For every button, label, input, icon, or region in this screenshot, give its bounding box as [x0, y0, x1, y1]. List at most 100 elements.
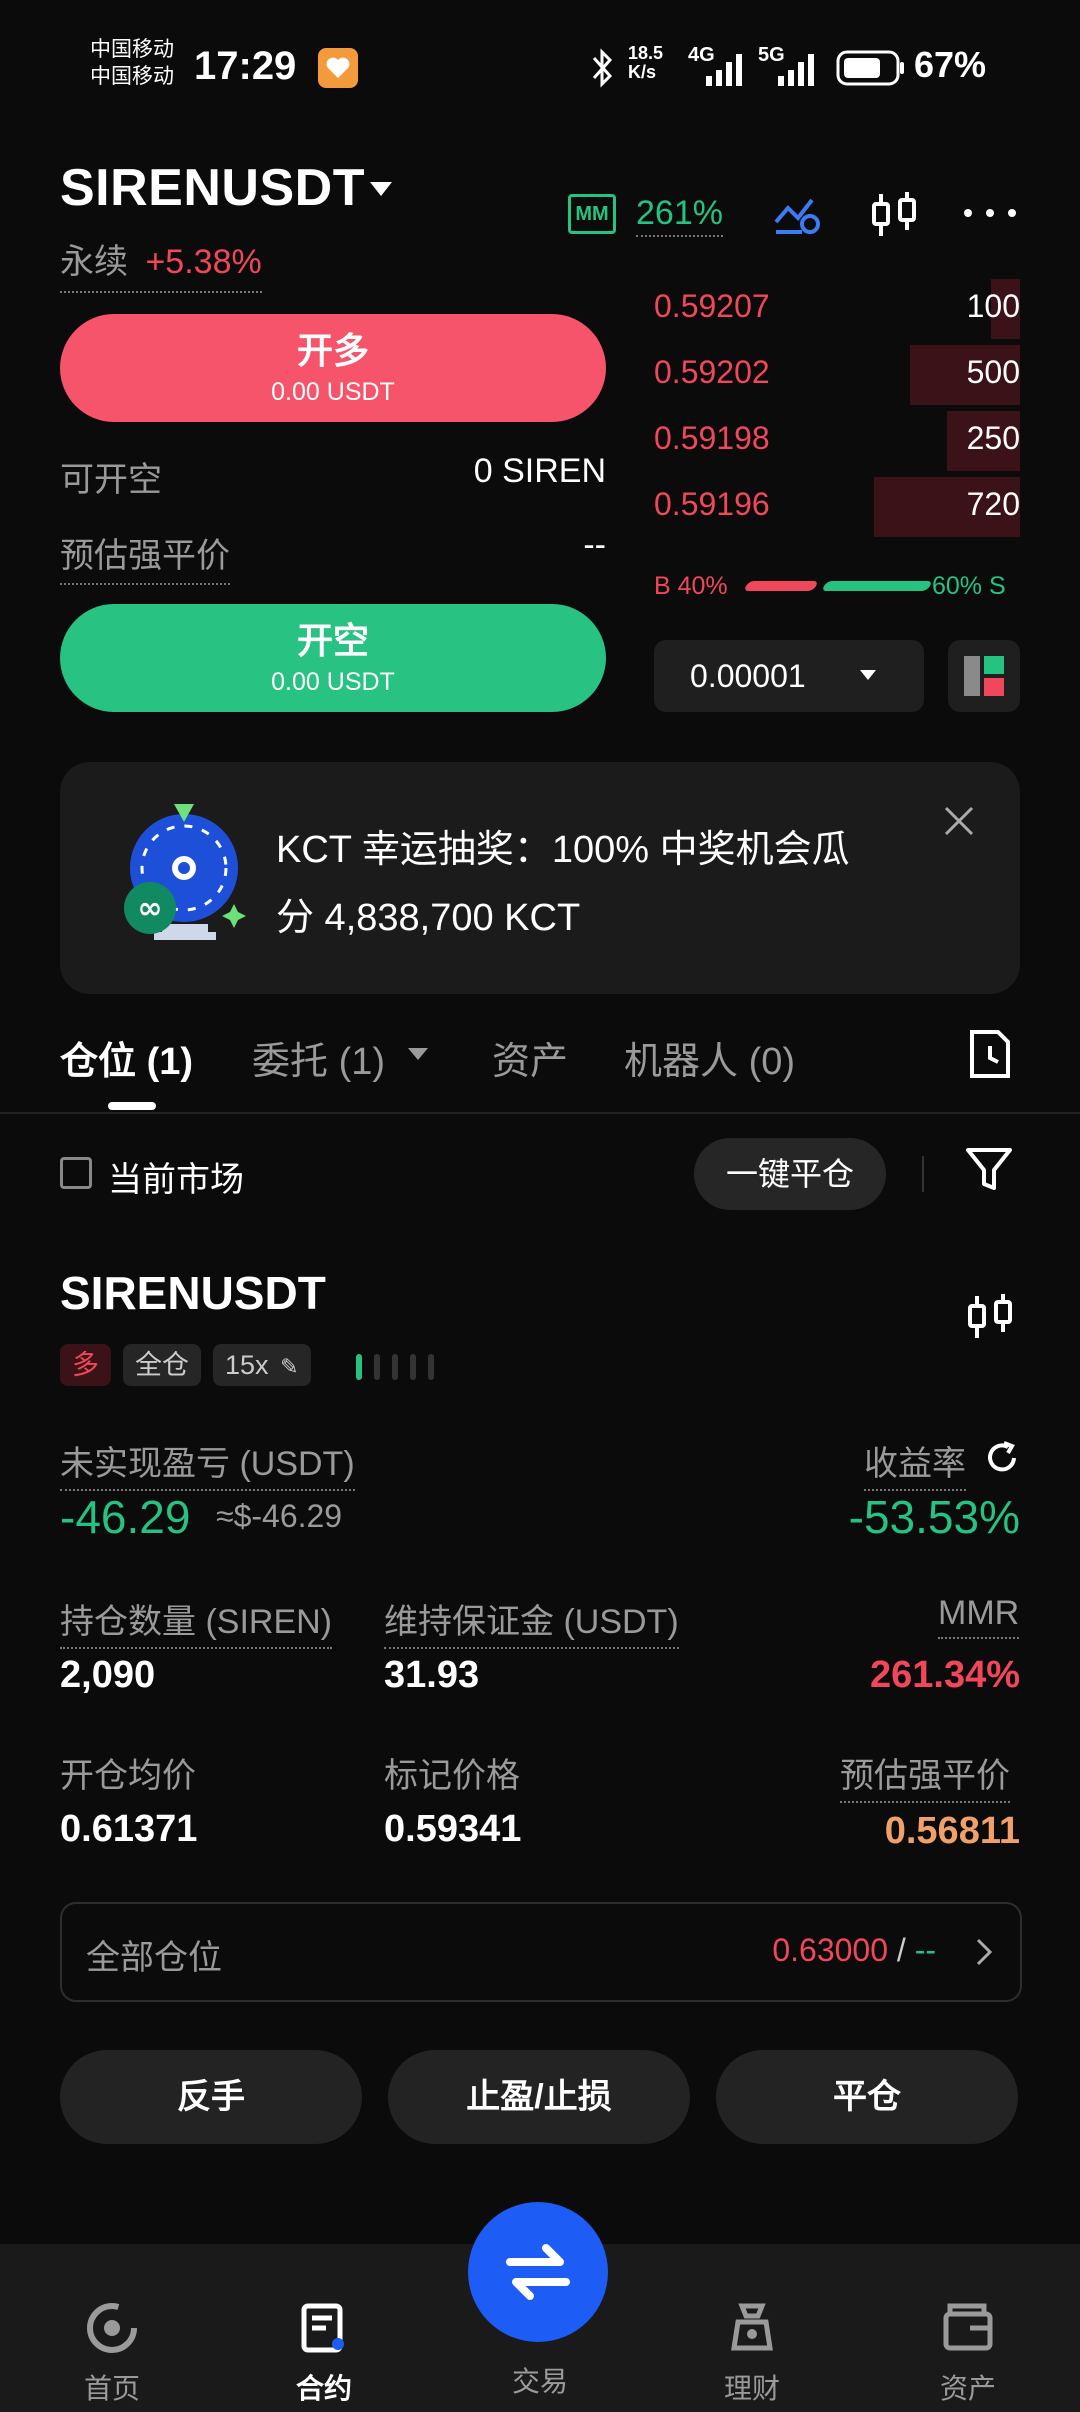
- chevron-down-icon[interactable]: [366, 178, 396, 205]
- leverage-badge[interactable]: 15x ✎: [213, 1344, 311, 1386]
- tab-positions-label: 仓位: [60, 1041, 137, 1083]
- pair-selector[interactable]: SIRENUSDT: [60, 158, 365, 218]
- battery-icon: [836, 50, 906, 91]
- tp-sl-button[interactable]: 止盈/止损: [388, 2050, 690, 2144]
- size-label[interactable]: 持仓数量 (SIREN): [60, 1594, 332, 1649]
- ask-row[interactable]: 0.59198 250: [654, 408, 1020, 474]
- orderbook-asks: 0.59207 100 0.59202 500 0.59198 250 0.59196 720: [654, 276, 1020, 540]
- ask-qty: 100: [966, 288, 1020, 324]
- bluetooth-icon: [588, 46, 616, 95]
- tpsl-separator: /: [888, 1932, 915, 1968]
- liq-price-label[interactable]: 预估强平价: [840, 1748, 1010, 1803]
- tpsl-values: 0.63000 / --: [772, 1932, 936, 1969]
- mm-icon[interactable]: MM: [568, 194, 616, 234]
- swap-icon: [506, 2244, 570, 2300]
- signal-icon-2: [772, 52, 820, 93]
- orders-chevron-icon[interactable]: [406, 1046, 430, 1064]
- mmr-label[interactable]: MMR: [938, 1594, 1020, 1639]
- tab-positions[interactable]: 仓位 (1): [60, 1030, 193, 1085]
- banner-text: KCT 幸运抽奖：100% 中奖机会瓜 分 4,838,700 KCT: [276, 816, 936, 952]
- leverage-value: 15x: [225, 1350, 269, 1380]
- nav-home-label: 首页: [83, 2373, 140, 2404]
- unrealized-pnl-usd: ≈$-46.29: [216, 1498, 343, 1534]
- more-icon[interactable]: [960, 198, 1020, 233]
- open-short-button[interactable]: 开空 0.00 USDT: [60, 604, 606, 712]
- contract-type: 永续: [60, 243, 128, 281]
- nav-home[interactable]: 首页: [4, 2300, 220, 2407]
- precision-select[interactable]: 0.00001: [654, 640, 924, 712]
- filter-icon[interactable]: [964, 1144, 1014, 1199]
- roe-value: -53.53%: [848, 1491, 1020, 1543]
- home-icon: [87, 2303, 137, 2353]
- nav-assets[interactable]: 资产: [860, 2300, 1076, 2407]
- current-market-checkbox[interactable]: [60, 1157, 92, 1189]
- side-badge: 多: [60, 1344, 111, 1386]
- strategy-chart-icon[interactable]: [772, 192, 824, 241]
- nav-futures-label: 合约: [295, 2373, 352, 2404]
- ask-qty: 500: [966, 354, 1020, 390]
- buy-ratio-label: B 40%: [654, 572, 728, 600]
- chevron-right-icon: [976, 1938, 993, 1966]
- promo-banner[interactable]: ∞ KCT 幸运抽奖：100% 中奖机会瓜 分 4,838,700 KCT: [60, 762, 1020, 994]
- nav-earn-label: 理财: [723, 2373, 780, 2404]
- ask-row[interactable]: 0.59202 500: [654, 342, 1020, 408]
- tab-orders[interactable]: 委托 (1): [252, 1030, 385, 1085]
- maint-margin-label[interactable]: 维持保证金 (USDT): [384, 1594, 679, 1649]
- history-icon[interactable]: [968, 1028, 1012, 1085]
- precision-value: 0.00001: [690, 658, 806, 694]
- edit-icon: ✎: [280, 1354, 299, 1379]
- orderbook-layout-button[interactable]: [948, 640, 1020, 712]
- open-short-amount: 0.00 USDT: [271, 668, 395, 696]
- entry-price-label: 开仓均价: [60, 1757, 196, 1795]
- price-change: +5.38%: [145, 243, 262, 281]
- open-short-available-label: 可开空: [60, 461, 162, 499]
- ask-price: 0.59198: [654, 420, 770, 456]
- tab-positions-count: (1): [146, 1041, 194, 1083]
- tpsl-row[interactable]: 全部仓位 0.63000 / --: [60, 1902, 1022, 2002]
- share-refresh-icon[interactable]: [984, 1440, 1020, 1476]
- svg-text:∞: ∞: [138, 891, 163, 926]
- banner-line-2: 分 4,838,700 KCT: [276, 897, 581, 939]
- tab-orders-count: (1): [338, 1041, 386, 1083]
- tab-bots-count: (0): [748, 1041, 796, 1083]
- position-pair[interactable]: SIRENUSDT: [60, 1266, 326, 1320]
- ask-qty: 250: [966, 420, 1020, 456]
- unrealized-pnl-label[interactable]: 未实现盈亏 (USDT): [60, 1436, 355, 1491]
- open-short-label: 开空: [296, 620, 369, 661]
- unrealized-pnl-value: -46.29: [60, 1491, 191, 1543]
- filter-divider: [922, 1156, 924, 1192]
- carrier-2: 中国移动: [90, 65, 174, 88]
- entry-price-value: 0.61371: [60, 1808, 198, 1850]
- reverse-button[interactable]: 反手: [60, 2050, 362, 2144]
- ask-price: 0.59196: [654, 486, 770, 522]
- lucky-wheel-icon: ∞: [118, 804, 248, 959]
- ask-row[interactable]: 0.59207 100: [654, 276, 1020, 342]
- tab-bots[interactable]: 机器人 (0): [624, 1030, 795, 1085]
- ratio-bar: [743, 581, 933, 591]
- wallet-icon: [943, 2303, 993, 2351]
- close-icon[interactable]: [942, 804, 976, 843]
- ask-qty: 720: [966, 486, 1020, 522]
- open-long-label: 开多: [296, 330, 369, 371]
- trade-button[interactable]: [468, 2202, 608, 2342]
- mm-value[interactable]: 261%: [636, 194, 723, 237]
- tab-orders-label: 委托: [252, 1041, 329, 1083]
- tab-bots-label: 机器人: [624, 1041, 739, 1083]
- close-all-button[interactable]: 一键平仓: [694, 1138, 886, 1210]
- roe-label[interactable]: 收益率: [864, 1436, 966, 1491]
- nav-earn[interactable]: 理财: [644, 2300, 860, 2407]
- tab-assets[interactable]: 资产: [492, 1030, 568, 1085]
- contract-info[interactable]: 永续 +5.38%: [60, 234, 262, 293]
- futures-icon: [301, 2303, 344, 2353]
- position-chart-icon[interactable]: [964, 1292, 1016, 1347]
- candlestick-icon[interactable]: [868, 190, 920, 245]
- ask-row[interactable]: 0.59196 720: [654, 474, 1020, 540]
- nav-assets-label: 资产: [939, 2373, 996, 2404]
- layout-icon: [964, 656, 1004, 696]
- status-carriers: 中国移动 中国移动: [90, 36, 174, 90]
- open-long-button[interactable]: 开多 0.00 USDT: [60, 314, 606, 422]
- nav-futures[interactable]: 合约: [216, 2300, 432, 2407]
- est-liq-label[interactable]: 预估强平价: [60, 528, 230, 585]
- close-position-button[interactable]: 平仓: [716, 2050, 1018, 2144]
- app-notification-icon: [318, 48, 358, 88]
